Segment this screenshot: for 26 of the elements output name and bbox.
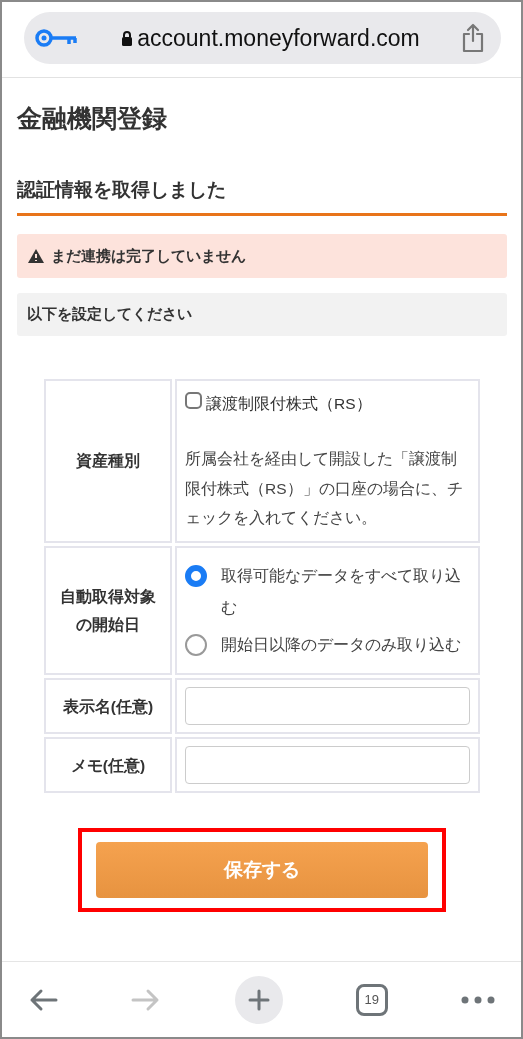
field-label: メモ(任意) (44, 737, 172, 794)
alert-text: まだ連携は完了していません (51, 246, 246, 266)
text-field[interactable] (185, 746, 470, 785)
notice-text: 以下を設定してください (17, 293, 507, 336)
url-text: account.moneyforward.com (137, 24, 420, 52)
key-icon (34, 27, 80, 49)
description-text: 所属会社を経由して開設した「譲渡制限付株式（RS）」の口座の場合に、チェックを入れてください。 (185, 449, 464, 529)
text-field[interactable] (185, 687, 470, 726)
radio-label: 開始日以降のデータのみ取り込む (221, 634, 461, 655)
more-icon[interactable] (461, 995, 495, 1004)
section-heading: 認証情報を取得しました (17, 177, 507, 216)
field-label: 自動取得対象の開始日 (44, 545, 172, 676)
share-icon[interactable] (461, 23, 485, 53)
radio-label: 取得可能なデータをすべて取り込む (221, 565, 462, 619)
page-title: 金融機関登録 (17, 103, 168, 134)
radio-button[interactable] (185, 564, 207, 587)
warning-icon (27, 248, 45, 264)
field-label: 資産種別 (44, 379, 172, 543)
checkbox[interactable] (185, 392, 202, 409)
address-bar[interactable]: account.moneyforward.com (24, 12, 501, 64)
plus-icon (247, 988, 270, 1011)
checkbox-label: 譲渡制限付株式（RS） (206, 394, 372, 414)
radio-button[interactable] (185, 633, 207, 656)
tab-count-button[interactable]: 19 (355, 983, 388, 1016)
field-label: 表示名(任意) (44, 678, 172, 735)
lock-icon (121, 30, 134, 46)
